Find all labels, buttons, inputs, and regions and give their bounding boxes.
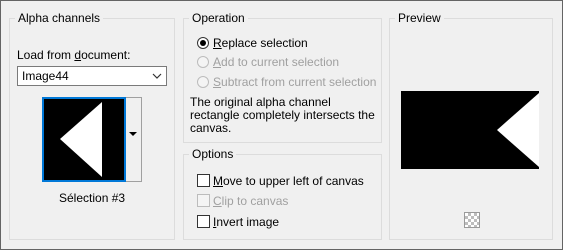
- clip-to-canvas-label[interactable]: Clip to canvas: [213, 194, 288, 208]
- dropdown-arrow-icon: [129, 132, 137, 136]
- add-to-selection-label[interactable]: Add to current selection: [213, 55, 339, 69]
- operation-description-line-3: canvas.: [190, 121, 232, 135]
- transparency-checker-icon[interactable]: [464, 212, 480, 228]
- move-to-upper-left-checkbox[interactable]: [197, 174, 210, 187]
- subtract-from-selection-radio[interactable]: [197, 76, 209, 88]
- alpha-channel-thumbnail[interactable]: [42, 97, 126, 182]
- subtract-from-selection-label[interactable]: Subtract from current selection: [213, 75, 376, 89]
- invert-image-label[interactable]: Invert image: [213, 215, 279, 229]
- clip-to-canvas-checkbox[interactable]: [197, 194, 210, 207]
- replace-selection-label[interactable]: Replace selection: [213, 36, 308, 50]
- replace-selection-radio[interactable]: [197, 37, 209, 49]
- thumbnail-menu-button[interactable]: [126, 97, 142, 182]
- operation-description-line-2: rectangle completely intersects the: [190, 108, 375, 122]
- options-legend: Options: [189, 147, 237, 161]
- document-select[interactable]: Image44: [17, 66, 167, 86]
- alpha-channels-legend: Alpha channels: [15, 11, 104, 25]
- add-to-selection-radio[interactable]: [197, 56, 209, 68]
- chevron-down-icon: [152, 73, 162, 79]
- move-to-upper-left-label[interactable]: Move to upper left of canvas: [213, 174, 364, 188]
- operation-description-line-1: The original alpha channel: [190, 95, 331, 109]
- document-select-value: Image44: [22, 69, 69, 83]
- invert-image-checkbox[interactable]: [197, 215, 210, 228]
- preview-canvas: [401, 91, 539, 169]
- radio-selected-dot: [200, 40, 206, 46]
- preview-image: [401, 91, 539, 169]
- operation-legend: Operation: [189, 11, 248, 25]
- preview-legend: Preview: [395, 11, 444, 25]
- alpha-shape-image: [44, 99, 124, 180]
- load-from-document-label: Load from document:: [17, 48, 131, 62]
- selection-name: Sélection #3: [59, 191, 126, 205]
